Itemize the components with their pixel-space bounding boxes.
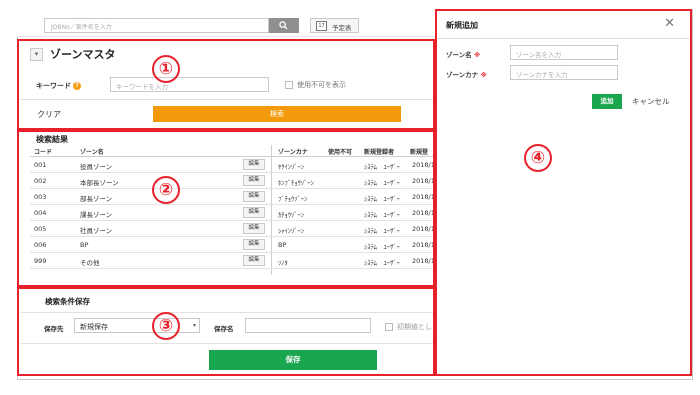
calendar-icon: 17 — [316, 21, 327, 31]
callout-box-2 — [17, 130, 435, 287]
callout-box-1 — [17, 39, 435, 130]
callout-number-2: ② — [152, 176, 180, 204]
callout-box-4 — [435, 9, 692, 376]
top-bar: JOBNo／案件名を入力 17 予定表 — [17, 9, 435, 37]
callout-number-3: ③ — [152, 312, 180, 340]
callout-box-3 — [17, 287, 435, 376]
job-search-input[interactable]: JOBNo／案件名を入力 — [44, 18, 269, 33]
search-icon-button[interactable] — [269, 18, 299, 33]
callout-number-1: ① — [152, 55, 180, 83]
schedule-button[interactable]: 17 予定表 — [310, 18, 359, 33]
callout-number-4: ④ — [524, 144, 552, 172]
search-icon — [279, 21, 288, 30]
schedule-label: 予定表 — [332, 24, 352, 32]
